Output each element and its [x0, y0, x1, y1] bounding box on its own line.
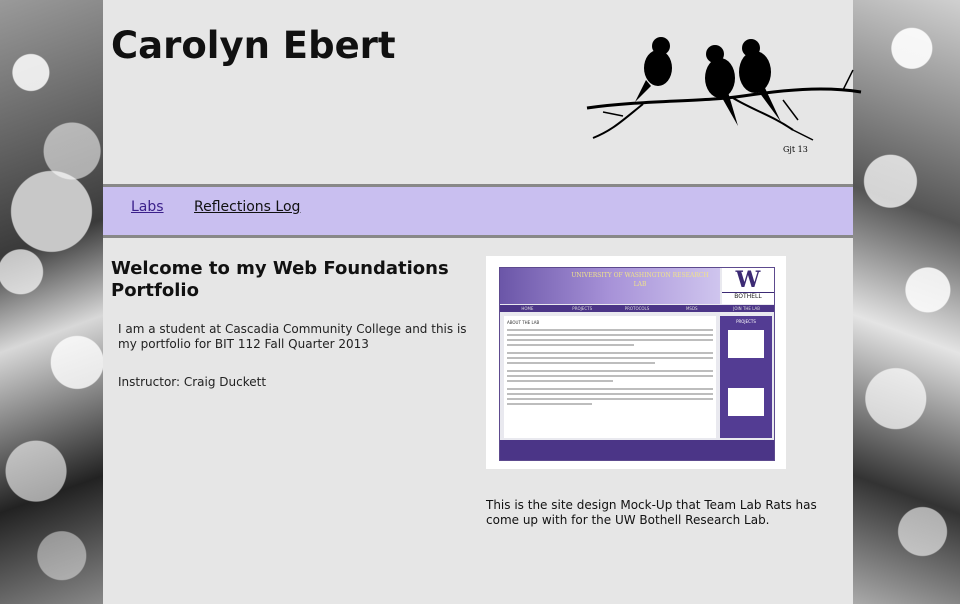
nav-link-reflections-log[interactable]: Reflections Log	[194, 199, 300, 215]
logo-text: BOTHELL	[722, 292, 774, 300]
intro-paragraph: I am a student at Cascadia Community Col…	[118, 322, 467, 351]
mockup-footer	[500, 440, 774, 460]
mockup-nav-item: MSDS	[685, 306, 698, 311]
welcome-heading: Welcome to my Web Foundations Portfolio	[111, 258, 449, 301]
uw-lab-mockup: UNIVERSITY OF WASHINGTON RESEARCH LAB W …	[499, 267, 775, 461]
page-container: Carolyn Ebert Gjt 13 Labs Reflections Lo…	[103, 0, 862, 604]
mockup-nav: HOME PROJECTS PROTOCOLS MSDS JOIN THE LA…	[500, 305, 774, 312]
nav-link-labs[interactable]: Labs	[131, 199, 164, 215]
mockup-body: ABOUT THE LAB	[504, 316, 716, 438]
mockup-nav-item: PROTOCOLS	[624, 306, 650, 311]
background-bokeh-right	[853, 0, 960, 604]
mockup-side-heading: PROJECTS	[736, 319, 756, 324]
mockup-nav-item: PROJECTS	[572, 306, 593, 311]
artwork-signature: Gjt 13	[783, 145, 808, 154]
main-navigation: Labs Reflections Log	[103, 184, 853, 238]
mockup-about-heading: ABOUT THE LAB	[507, 320, 540, 325]
mockup-nav-item: JOIN THE LAB	[733, 306, 760, 311]
background-bokeh-left	[0, 0, 103, 604]
mockup-banner-text: UNIVERSITY OF WASHINGTON RESEARCH LAB	[571, 272, 709, 288]
instructor-text: Instructor: Craig Duckett	[118, 375, 267, 389]
logo-letter: W	[735, 267, 761, 293]
mockup-sidebar: PROJECTS	[720, 316, 772, 438]
uw-bothell-logo: W BOTHELL	[722, 268, 774, 304]
birds-on-branch-illustration: Gjt 13	[586, 37, 862, 154]
mockup-nav-item: HOME	[521, 306, 534, 311]
mockup-caption: This is the site design Mock-Up that Tea…	[486, 498, 817, 527]
mockup-banner: UNIVERSITY OF WASHINGTON RESEARCH LAB	[500, 268, 720, 304]
site-title: Carolyn Ebert	[111, 24, 396, 67]
site-mockup-image: UNIVERSITY OF WASHINGTON RESEARCH LAB W …	[486, 256, 786, 469]
